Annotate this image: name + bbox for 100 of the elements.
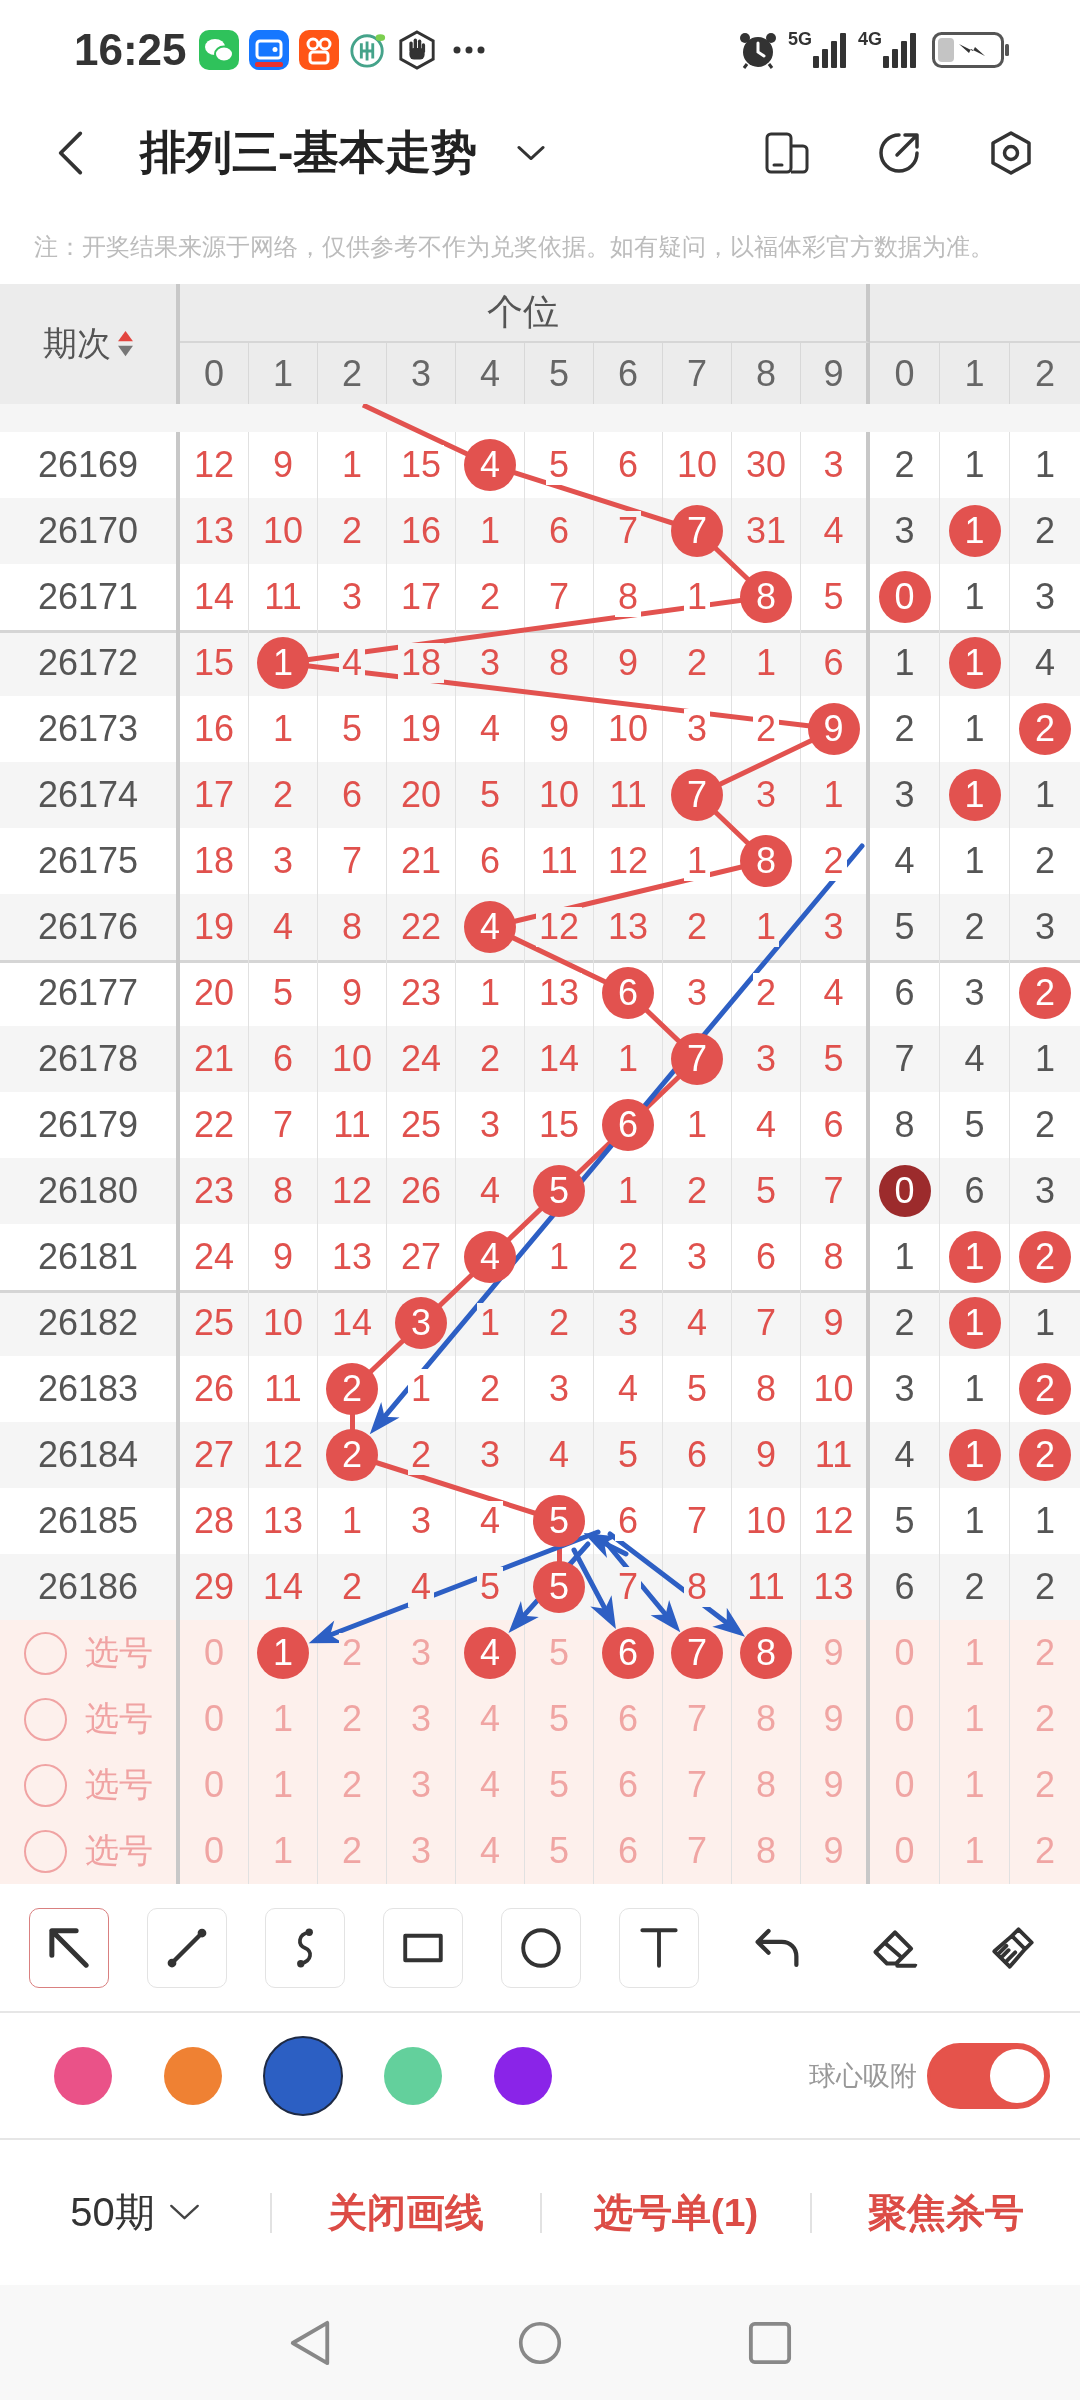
- number-ball[interactable]: 1: [257, 1627, 309, 1679]
- period-number: 26185: [37, 1503, 139, 1539]
- alarm-clock-icon: [737, 30, 778, 70]
- column-header: 0: [894, 352, 915, 395]
- column-header: 0: [204, 352, 224, 395]
- wallet-app-icon: [248, 30, 289, 70]
- number-ball: 6: [602, 967, 654, 1019]
- number-ball: 4: [464, 1231, 516, 1283]
- drawing-tool-button[interactable]: [29, 1907, 109, 1988]
- number-ball: 6: [602, 1099, 654, 1151]
- title-dropdown[interactable]: 排列三-基本走势: [140, 121, 546, 184]
- chevron-down-icon: [168, 2204, 200, 2221]
- back-icon[interactable]: [56, 129, 84, 176]
- number-ball: 9: [807, 703, 860, 755]
- number-ball: 8: [740, 835, 792, 887]
- number-ball: 1: [948, 1297, 1001, 1349]
- sort-arrows-icon[interactable]: [116, 330, 134, 358]
- number-ball: 4: [464, 901, 516, 953]
- color-swatch-icon[interactable]: [494, 2046, 552, 2105]
- number-ball[interactable]: 7: [671, 1627, 723, 1679]
- bottom-action-button[interactable]: 选号单(1): [593, 2185, 759, 2240]
- period-number: 26178: [37, 1041, 139, 1077]
- period-number: 26184: [37, 1437, 139, 1473]
- number-ball: 2: [1019, 967, 1071, 1019]
- more-dots-icon: [452, 46, 485, 54]
- color-swatch-icon[interactable]: [384, 2046, 442, 2105]
- column-header: 9: [823, 352, 844, 395]
- bottom-action-button[interactable]: 聚焦杀号: [868, 2185, 1024, 2240]
- select-radio[interactable]: [24, 1763, 67, 1807]
- period-number: 26186: [37, 1569, 139, 1605]
- select-radio[interactable]: [24, 1631, 67, 1675]
- number-ball[interactable]: 4: [464, 1627, 516, 1679]
- miss-count: 12: [535, 907, 582, 947]
- column-header: 1: [964, 352, 985, 395]
- number-ball: 2: [1019, 1429, 1071, 1481]
- circle-tool-icon: [521, 1927, 561, 1968]
- period-number: 26170: [37, 513, 139, 549]
- number-ball: 2: [1019, 703, 1071, 755]
- miss-count: 18: [397, 643, 444, 683]
- column-header: 6: [618, 352, 638, 395]
- signal-bars-icon: [812, 32, 848, 68]
- line-tool-icon: [167, 1927, 207, 1968]
- period-number: 26179: [37, 1107, 139, 1143]
- round-logo-icon: [348, 31, 387, 69]
- video-app-icon: [298, 30, 339, 70]
- disclaimer-text: 注：开奖结果来源于网络，仅供参考不作为兑奖依据。如有疑问，以福体彩官方数据为准。: [34, 232, 994, 262]
- period-number: 26182: [37, 1305, 139, 1341]
- column-header: 7: [687, 352, 707, 395]
- number-ball: 5: [533, 1561, 585, 1613]
- number-ball: 7: [671, 505, 723, 557]
- select-radio[interactable]: [24, 1829, 67, 1873]
- status-time: 16:25: [74, 25, 187, 75]
- period-number: 26176: [37, 909, 139, 945]
- hand-icon: [396, 30, 437, 70]
- number-ball[interactable]: 6: [602, 1627, 654, 1679]
- column-group-header: 个位: [487, 290, 559, 334]
- number-ball: 0: [878, 1165, 931, 1217]
- number-ball[interactable]: 8: [740, 1627, 792, 1679]
- number-ball: 2: [326, 1363, 378, 1415]
- number-ball: 8: [740, 571, 792, 623]
- number-ball: 1: [257, 637, 309, 689]
- chevron-down-icon: [517, 144, 546, 161]
- color-swatch-icon[interactable]: [54, 2046, 112, 2105]
- number-ball: 5: [533, 1165, 585, 1217]
- number-ball: 0: [878, 571, 931, 623]
- number-ball: 2: [326, 1429, 378, 1481]
- period-number: 26175: [37, 843, 139, 879]
- signal-bars-icon: [882, 32, 918, 68]
- column-header: 5: [549, 352, 569, 395]
- period-number: 26169: [37, 447, 139, 483]
- period-number: 26171: [37, 579, 139, 615]
- device-icon[interactable]: [765, 130, 809, 175]
- bottom-action-button[interactable]: 关闭画线: [328, 2185, 484, 2240]
- column-header: 1: [273, 352, 293, 395]
- column-header: 3: [411, 352, 431, 395]
- share-icon[interactable]: [877, 130, 921, 175]
- column-header: 2: [342, 352, 362, 395]
- brush-icon[interactable]: [990, 1925, 1036, 1970]
- number-ball: 7: [671, 769, 723, 821]
- column-header: 8: [756, 352, 776, 395]
- column-header[interactable]: 期次: [42, 321, 111, 367]
- picker-label: 选号: [85, 1764, 153, 1805]
- select-radio[interactable]: [24, 1697, 67, 1741]
- column-header: 4: [480, 352, 500, 395]
- home-circle-icon[interactable]: [518, 2319, 562, 2366]
- period-dropdown[interactable]: 50期: [70, 2185, 200, 2240]
- network-type: 4G: [858, 30, 882, 48]
- recents-square-icon[interactable]: [748, 2319, 792, 2366]
- back-triangle-icon[interactable]: [288, 2319, 332, 2366]
- picker-label: 选号: [85, 1632, 153, 1673]
- arrow-icon: [49, 1927, 89, 1968]
- number-ball: 1: [948, 637, 1001, 689]
- settings-icon[interactable]: [989, 130, 1033, 175]
- period-number: 26172: [37, 645, 139, 681]
- period-number: 26177: [37, 975, 139, 1011]
- picker-label: 选号: [85, 1830, 153, 1871]
- color-swatch-icon[interactable]: [164, 2046, 222, 2105]
- picker-label: 选号: [85, 1698, 153, 1739]
- number-ball: 1: [948, 769, 1001, 821]
- network-type: 5G: [787, 30, 812, 48]
